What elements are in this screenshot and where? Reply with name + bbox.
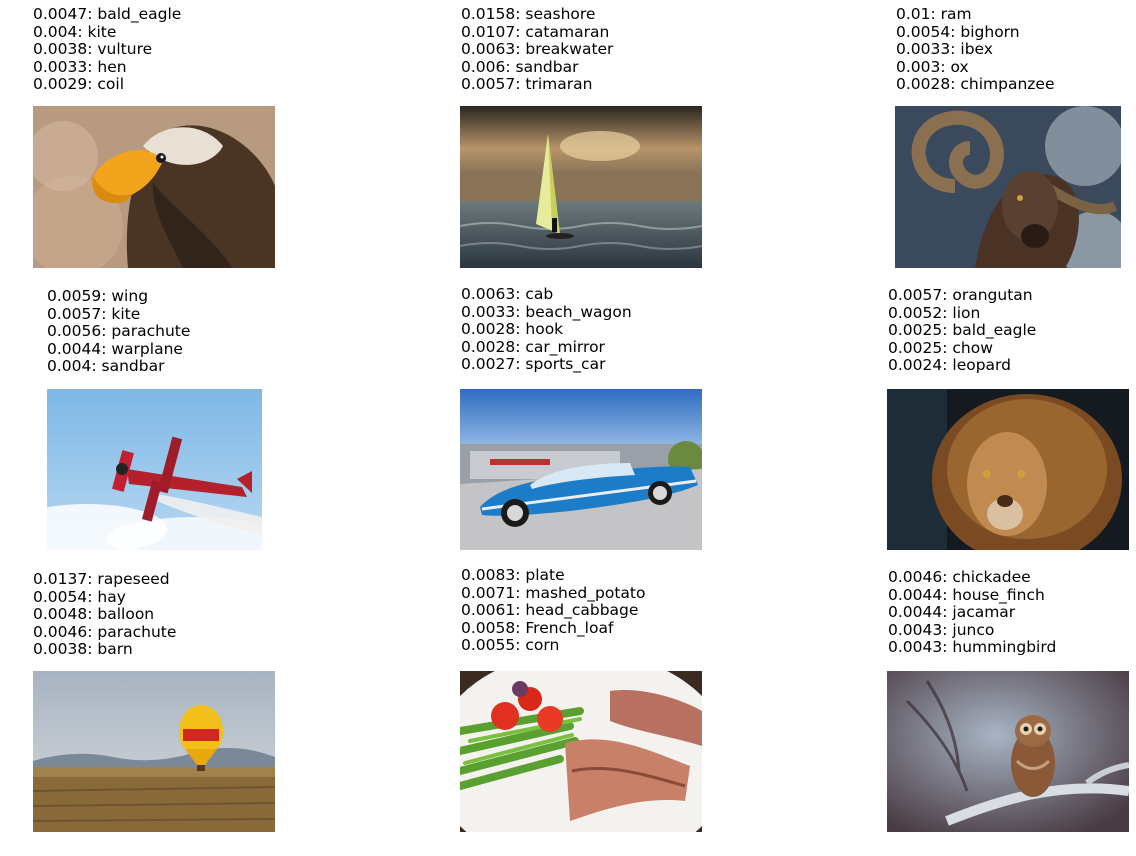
- prediction-label: 0.0052: lion: [888, 303, 981, 322]
- prediction-list: 0.01: ram 0.0054: bighorn 0.0033: ibex 0…: [896, 5, 1055, 94]
- prediction-label: 0.0047: bald_eagle: [33, 5, 182, 23]
- prediction-label: 0.0027: sports_car: [461, 355, 606, 374]
- prediction-label: 0.0061: head_cabbage: [461, 601, 639, 620]
- prediction-label: 0.0028: car_mirror: [461, 337, 605, 356]
- prediction-label: 0.0033: ibex: [896, 40, 993, 59]
- prediction-list: 0.0047: bald_eagle 0.004: kite 0.0038: v…: [33, 5, 182, 94]
- prediction-label: 0.004: sandbar: [47, 357, 165, 376]
- prediction-list: 0.0063: cab 0.0033: beach_wagon 0.0028: …: [461, 285, 632, 374]
- prediction-label: 0.0059: wing: [47, 287, 149, 305]
- prediction-list: 0.0059: wing 0.0057: kite 0.0056: parach…: [47, 287, 191, 376]
- prediction-label: 0.01: ram: [896, 5, 972, 23]
- prediction-label: 0.003: ox: [896, 57, 969, 76]
- prediction-label: 0.0083: plate: [461, 566, 565, 584]
- prediction-label: 0.0063: breakwater: [461, 40, 614, 59]
- prediction-label: 0.0137: rapeseed: [33, 570, 170, 588]
- food-plate-image: [460, 671, 702, 832]
- prediction-label: 0.0046: chickadee: [888, 568, 1031, 586]
- lion-image: [887, 389, 1129, 550]
- prediction-label: 0.0043: junco: [888, 620, 995, 639]
- prediction-label: 0.0043: hummingbird: [888, 638, 1057, 657]
- prediction-label: 0.0063: cab: [461, 285, 554, 303]
- prediction-label: 0.006: sandbar: [461, 57, 579, 76]
- prediction-label: 0.0058: French_loaf: [461, 618, 614, 637]
- prediction-label: 0.0046: parachute: [33, 622, 177, 641]
- prediction-label: 0.0048: balloon: [33, 605, 155, 624]
- prediction-label: 0.0029: coil: [33, 75, 125, 94]
- prediction-label: 0.004: kite: [33, 22, 117, 41]
- prediction-label: 0.0033: beach_wagon: [461, 302, 632, 321]
- windsurf-image: [460, 106, 702, 268]
- prediction-list: 0.0158: seashore 0.0107: catamaran 0.006…: [461, 5, 614, 94]
- owl-image: [887, 671, 1129, 832]
- prediction-label: 0.0024: leopard: [888, 356, 1011, 375]
- prediction-label: 0.0038: vulture: [33, 40, 153, 59]
- prediction-label: 0.0028: chimpanzee: [896, 75, 1055, 94]
- prediction-label: 0.0055: corn: [461, 636, 560, 655]
- car-image: [460, 389, 702, 550]
- prediction-label: 0.0044: house_finch: [888, 585, 1045, 604]
- biplane-image: [47, 389, 262, 550]
- prediction-label: 0.0057: kite: [47, 304, 141, 323]
- prediction-list: 0.0137: rapeseed 0.0054: hay 0.0048: bal…: [33, 570, 177, 659]
- prediction-label: 0.0025: chow: [888, 338, 993, 357]
- ram-image: [895, 106, 1121, 268]
- prediction-label: 0.0057: orangutan: [888, 286, 1033, 304]
- prediction-list: 0.0046: chickadee 0.0044: house_finch 0.…: [888, 568, 1057, 657]
- prediction-label: 0.0054: hay: [33, 587, 126, 606]
- balloon-image: [33, 671, 275, 832]
- prediction-label: 0.0054: bighorn: [896, 22, 1020, 41]
- prediction-label: 0.0025: bald_eagle: [888, 321, 1037, 340]
- eagle-image: [33, 106, 275, 268]
- prediction-label: 0.0056: parachute: [47, 322, 191, 341]
- prediction-list: 0.0083: plate 0.0071: mashed_potato 0.00…: [461, 566, 646, 655]
- prediction-label: 0.0057: trimaran: [461, 75, 593, 94]
- prediction-label: 0.0044: warplane: [47, 339, 183, 358]
- prediction-label: 0.0071: mashed_potato: [461, 583, 646, 602]
- prediction-label: 0.0033: hen: [33, 57, 127, 76]
- prediction-label: 0.0107: catamaran: [461, 22, 610, 41]
- prediction-label: 0.0028: hook: [461, 320, 564, 339]
- prediction-label: 0.0038: barn: [33, 640, 133, 659]
- prediction-label: 0.0044: jacamar: [888, 603, 1016, 622]
- prediction-list: 0.0057: orangutan 0.0052: lion 0.0025: b…: [888, 286, 1037, 375]
- prediction-label: 0.0158: seashore: [461, 5, 596, 23]
